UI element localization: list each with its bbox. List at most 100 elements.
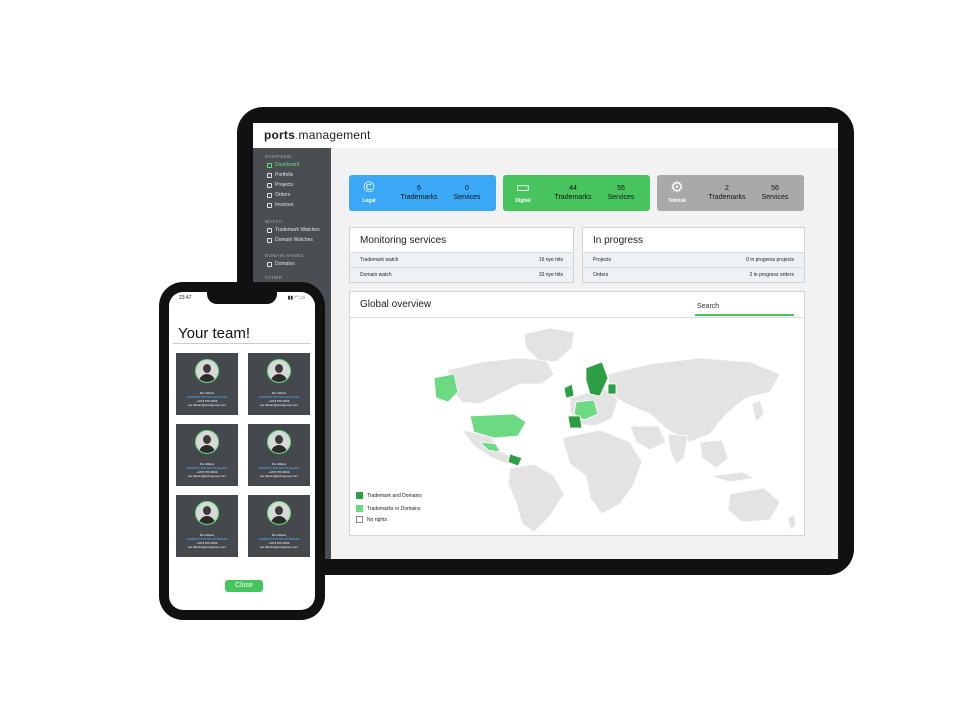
card-stat-trademarks: 2 Trademarks (699, 184, 755, 202)
sidebar-item-invoices[interactable]: Invoices (267, 202, 293, 208)
legend-item-either: Trademarks or Domains (356, 505, 420, 512)
member-email: per.alhelm@portsgroup.com (260, 403, 298, 407)
avatar (267, 430, 291, 454)
stat-value: 6 (417, 185, 421, 192)
stat-value: 2 (725, 185, 729, 192)
sidebar-item-label: Dashboard (275, 162, 300, 168)
monitoring-row-domain-watch[interactable]: Domain watch 33 nye hits (350, 267, 573, 282)
title-divider (173, 343, 311, 344)
legend-swatch (356, 505, 363, 512)
world-map[interactable] (350, 318, 804, 533)
sidebar-item-label: Trademark Watches (275, 227, 320, 233)
stat-label: Services (607, 194, 635, 201)
monitoring-services-panel: Monitoring services Trademark watch 16 ny… (349, 227, 574, 283)
row-label: Domain watch (360, 272, 392, 278)
card-stat-services: 56 Services (755, 184, 795, 202)
avatar (195, 501, 219, 525)
member-email: per.alhelm@portsgroup.com (260, 545, 298, 549)
row-value: 16 nye hits (538, 257, 563, 263)
stat-value: 0 (465, 185, 469, 192)
legend-label: Trademarks or Domains (367, 505, 421, 512)
row-value: 0 in progress projects (746, 257, 794, 263)
monitoring-row-trademark-watch[interactable]: Trademark watch 16 nye hits (350, 252, 573, 267)
legend-item-none: No rights (356, 516, 387, 523)
sidebar-item-portfolio[interactable]: Portfolio (267, 172, 293, 178)
laptop-icon: ▭ (515, 179, 531, 196)
dashboard-icon (267, 162, 272, 168)
stat-value: 44 (569, 185, 577, 192)
brand-prefix: ports (264, 128, 295, 142)
legend-label: Trademark and Domains (367, 492, 422, 499)
row-value: 2 in progress orders (749, 272, 794, 278)
stat-label: Trademarks (400, 194, 438, 201)
card-stat-services: 55 Services (601, 184, 641, 202)
sidebar-item-label: Domain Watches (275, 237, 313, 243)
portfolio-icon (267, 172, 272, 178)
member-email: per.alhelm@portsgroup.com (260, 474, 298, 478)
summary-card-legal[interactable]: © Legal 6 Trademarks 0 Services (349, 175, 496, 211)
legend-swatch (356, 492, 363, 499)
sidebar-item-domains[interactable]: Domains (267, 261, 295, 267)
card-category: © Legal (355, 179, 383, 204)
avatar (267, 359, 291, 383)
app-header: ports.management (253, 123, 838, 149)
avatar (195, 359, 219, 383)
card-category: ▭ Digital (509, 179, 537, 204)
legend-swatch (356, 516, 363, 523)
panel-title: Monitoring services (360, 235, 447, 246)
stat-label: Trademarks (708, 194, 746, 201)
app-logo[interactable]: ports.management (264, 128, 371, 142)
sidebar-item-trademark-watches[interactable]: Trademark Watches (267, 227, 320, 233)
team-member-card[interactable]: Per Alhelm ADMINISTRATIVE MANAGER +46 8 … (248, 353, 310, 415)
team-member-card[interactable]: Per Alhelm ADMINISTRATIVE MANAGER +46 8 … (176, 495, 238, 557)
legend-item-both: Trademark and Domains (356, 492, 422, 499)
phone-notch (207, 292, 277, 304)
sidebar-item-orders[interactable]: Orders (267, 192, 290, 198)
summary-card-digital[interactable]: ▭ Digital 44 Trademarks 55 Services (503, 175, 650, 211)
card-category-label: Digital (515, 198, 531, 204)
stat-label: Trademarks (554, 194, 592, 201)
search-input[interactable]: Search (695, 302, 794, 316)
phone-screen: 23:47 ▮▮ ◠ ▭ Your team! Per Alhelm ADMIN… (169, 292, 315, 610)
dashboard-main: © Legal 6 Trademarks 0 Services ▭ Digital 44… (331, 148, 838, 559)
sidebar-item-projects[interactable]: Projects (267, 182, 293, 188)
row-label: Trademark watch (360, 257, 399, 263)
stat-label: Services (761, 194, 789, 201)
card-category: ⚙ Teknisk (663, 179, 691, 204)
member-email: per.alhelm@portsgroup.com (188, 474, 226, 478)
card-stat-trademarks: 44 Trademarks (545, 184, 601, 202)
card-category-label: Teknisk (667, 198, 687, 204)
sidebar-item-label: Projects (275, 182, 294, 188)
projects-icon (267, 182, 272, 188)
team-member-card[interactable]: Per Alhelm ADMINISTRATIVE MANAGER +46 8 … (176, 424, 238, 486)
legend-label: No rights (367, 516, 388, 523)
panel-title: In progress (593, 235, 644, 246)
row-label: Projects (593, 257, 612, 263)
team-member-card[interactable]: Per Alhelm ADMINISTRATIVE MANAGER +46 8 … (248, 495, 310, 557)
invoices-icon (267, 202, 272, 208)
trademark-watch-icon (267, 227, 272, 233)
sidebar-item-domain-watches[interactable]: Domain Watches (267, 237, 313, 243)
sidebar-section-watch: WATCH (265, 219, 283, 224)
in-progress-row-orders[interactable]: Orders 2 in progress orders (583, 267, 804, 282)
sidebar-section-other: OTHER (265, 275, 283, 280)
sidebar-item-label: Orders (275, 192, 291, 198)
gears-icon: ⚙ (670, 179, 684, 196)
team-member-card[interactable]: Per Alhelm ADMINISTRATIVE MANAGER +46 8 … (176, 353, 238, 415)
sidebar-item-dashboard[interactable]: Dashboard (267, 162, 299, 168)
in-progress-panel: In progress Projects 0 in progress projec… (582, 227, 805, 283)
stat-value: 55 (617, 185, 625, 192)
member-email: per.alhelm@portsgroup.com (188, 545, 226, 549)
summary-card-teknisk[interactable]: ⚙ Teknisk 2 Trademarks 56 Services (657, 175, 804, 211)
status-icons: ▮▮ ◠ ▭ (287, 295, 305, 301)
copyright-icon: © (363, 179, 375, 196)
sidebar-item-label: Domains (275, 261, 295, 267)
team-member-card[interactable]: Per Alhelm ADMINISTRATIVE MANAGER +46 8 … (248, 424, 310, 486)
in-progress-row-projects[interactable]: Projects 0 in progress projects (583, 252, 804, 267)
row-value: 33 nye hits (538, 272, 563, 278)
tablet-screen: ports.management OVERVIEW Dashboard Port… (253, 123, 838, 559)
stat-label: Services (453, 194, 481, 201)
sidebar-item-label: Portfolio (275, 172, 294, 178)
close-button[interactable]: Close (225, 580, 263, 592)
member-email: per.alhelm@portsgroup.com (188, 403, 226, 407)
